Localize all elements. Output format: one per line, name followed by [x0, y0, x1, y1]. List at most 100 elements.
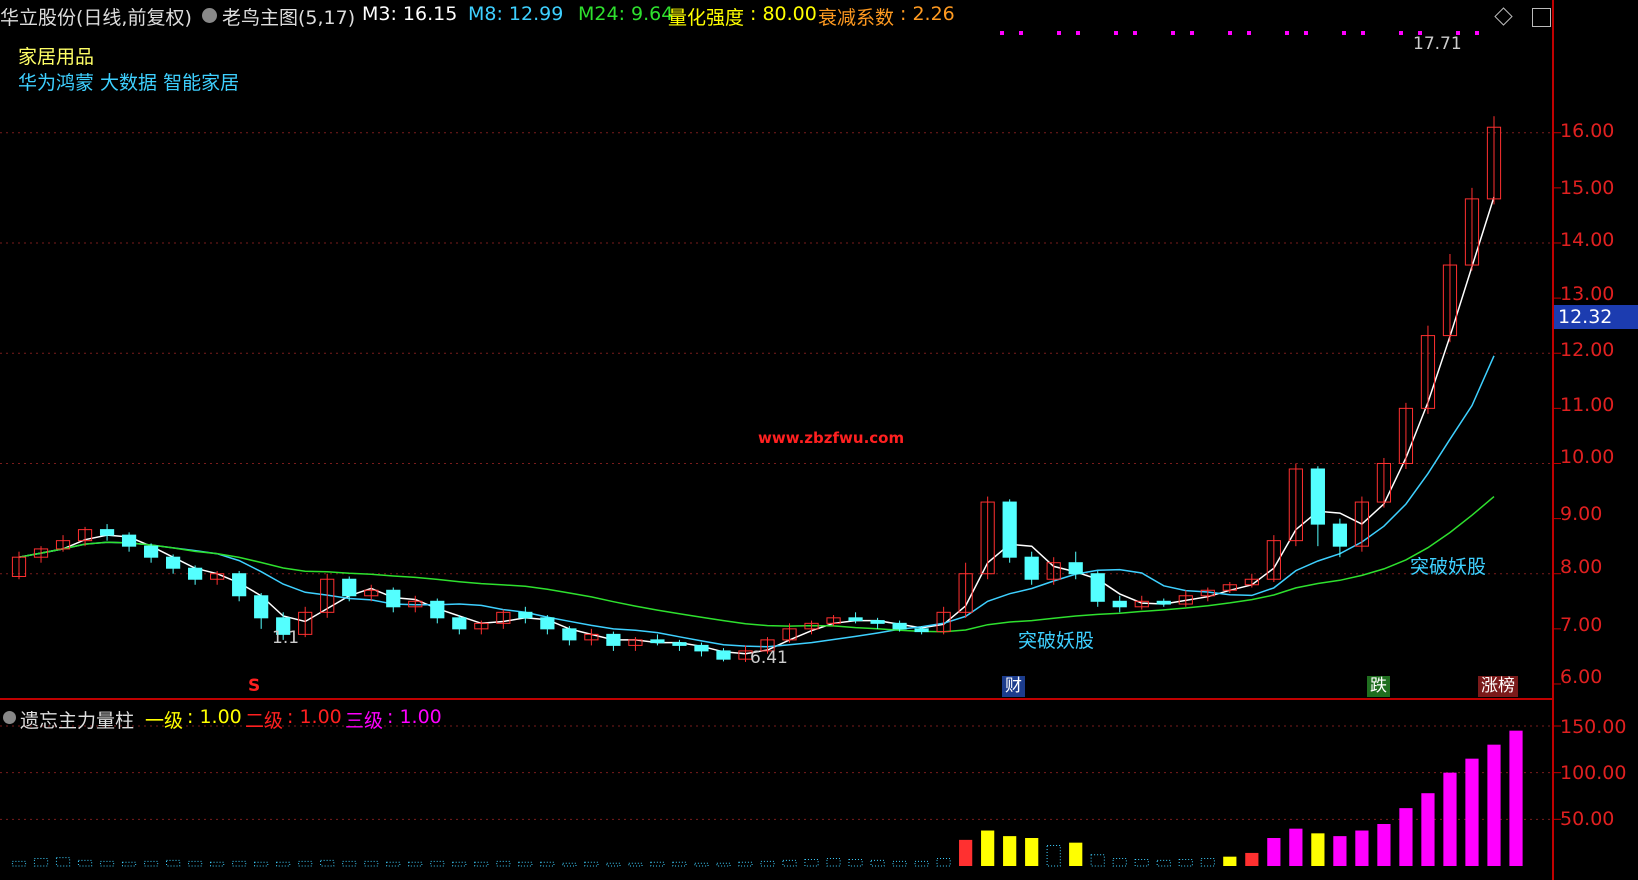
volume-bar — [320, 859, 335, 867]
signal-dot — [1057, 31, 1061, 35]
volume-bar — [848, 858, 863, 867]
candle-body — [1332, 523, 1347, 547]
signal-dot — [1399, 31, 1403, 35]
volume-bar — [121, 861, 137, 867]
candle-body — [1090, 573, 1105, 602]
volume-bar — [606, 862, 621, 867]
candle-body — [540, 617, 555, 630]
price-tick: 13.00 — [1560, 283, 1615, 305]
volume-bar — [1487, 744, 1501, 866]
ma-cyan-line — [18, 355, 1495, 648]
signal-dot — [1342, 31, 1346, 35]
candle-body — [232, 573, 247, 597]
volume-bar — [254, 861, 269, 867]
volume-bar — [496, 860, 511, 867]
candle-body — [1156, 600, 1171, 605]
ma-green-line — [18, 496, 1495, 633]
volume-bar — [914, 860, 929, 867]
s-marker: S — [248, 676, 261, 696]
volume-bar — [959, 839, 973, 866]
level3-label: 三级 — [345, 710, 384, 732]
volume-bar — [672, 861, 687, 867]
volume-bar — [1046, 844, 1061, 867]
candle-body — [518, 611, 533, 619]
candle-body — [672, 642, 687, 646]
candle-body — [694, 644, 709, 652]
volume-bar — [694, 862, 709, 867]
volume-bar — [276, 861, 291, 867]
current-price-badge: 12.32 — [1554, 305, 1638, 329]
stock-title: 华立股份(日线,前复权) — [0, 7, 192, 29]
volume-bar — [33, 858, 49, 867]
volume-bar — [298, 860, 313, 867]
signal-dot — [1190, 31, 1194, 35]
candle-body — [892, 622, 907, 630]
volume-title[interactable]: 遗忘主力量柱 — [20, 706, 134, 733]
level2-label: 二级 — [245, 710, 284, 732]
candle-body — [914, 628, 929, 633]
level1-label: 一级 — [145, 710, 184, 732]
concept-tags: 华为鸿蒙 大数据 智能家居 — [18, 72, 240, 94]
price-tick: 16.00 — [1560, 120, 1615, 142]
volume-bar — [1289, 828, 1303, 866]
industry-label: 家居用品 — [18, 46, 95, 68]
volume-bar — [188, 860, 203, 867]
candle-body — [650, 639, 665, 644]
signal-dot — [1228, 31, 1232, 35]
candle-body — [188, 567, 203, 580]
volume-bar — [232, 860, 247, 867]
quant-value: : 80.00 — [750, 3, 817, 25]
volume-bar — [1267, 838, 1281, 866]
candle-body — [1310, 468, 1325, 525]
volume-bar — [1377, 824, 1391, 866]
volume-bar — [1509, 730, 1523, 866]
signal-text-right: 突破妖股 — [1410, 556, 1487, 578]
volume-bar — [77, 859, 93, 867]
candle-body — [99, 529, 115, 536]
indicator-name[interactable]: 老鸟主图(5,17) — [222, 3, 355, 30]
volume-bar — [1112, 858, 1127, 867]
volume-bar — [1090, 854, 1105, 867]
level3-value: : 1.00 — [387, 706, 442, 728]
candle-body — [1112, 600, 1127, 608]
decay-value: : 2.26 — [900, 3, 955, 25]
indicator-toggle-icon[interactable] — [202, 8, 217, 23]
volume-bar — [1069, 842, 1083, 866]
volume-bar — [628, 862, 643, 867]
volume-bar — [716, 862, 731, 867]
signal-dot — [1133, 31, 1137, 35]
signal-dot — [1076, 31, 1080, 35]
volume-toggle-icon[interactable] — [3, 711, 16, 724]
candle-body — [121, 534, 137, 547]
volume-bar — [1178, 858, 1193, 867]
volume-bar — [981, 830, 995, 866]
volume-bar — [650, 861, 665, 867]
panel-toggle-icon[interactable] — [1532, 8, 1551, 27]
volume-tick: 100.00 — [1560, 762, 1627, 784]
candle-body — [342, 578, 357, 597]
volume-bar — [55, 857, 71, 867]
volume-bar — [1311, 833, 1325, 866]
level2-value: : 1.00 — [287, 706, 342, 728]
volume-bar — [562, 862, 577, 867]
volume-bar — [518, 861, 533, 867]
volume-bar — [892, 860, 907, 867]
signal-dot — [1171, 31, 1175, 35]
price-tick: 14.00 — [1560, 229, 1615, 251]
cai-marker: 财 — [1002, 676, 1025, 697]
volume-bar — [1245, 852, 1259, 866]
volume-bar — [540, 861, 555, 867]
candle-body — [870, 620, 885, 624]
signal-dot — [1019, 31, 1023, 35]
price-tick: 9.00 — [1560, 503, 1603, 525]
signal-text-mid: 突破妖股 — [1018, 630, 1095, 652]
candle-body — [430, 600, 445, 619]
candle-body — [716, 650, 731, 660]
signal-dot — [1114, 31, 1118, 35]
volume-bar — [826, 858, 841, 867]
candle-body — [386, 589, 401, 608]
volume-bar — [474, 861, 489, 867]
volume-bar — [782, 859, 797, 867]
decay-label: 衰减系数 — [818, 7, 895, 29]
volume-bar — [870, 859, 885, 867]
